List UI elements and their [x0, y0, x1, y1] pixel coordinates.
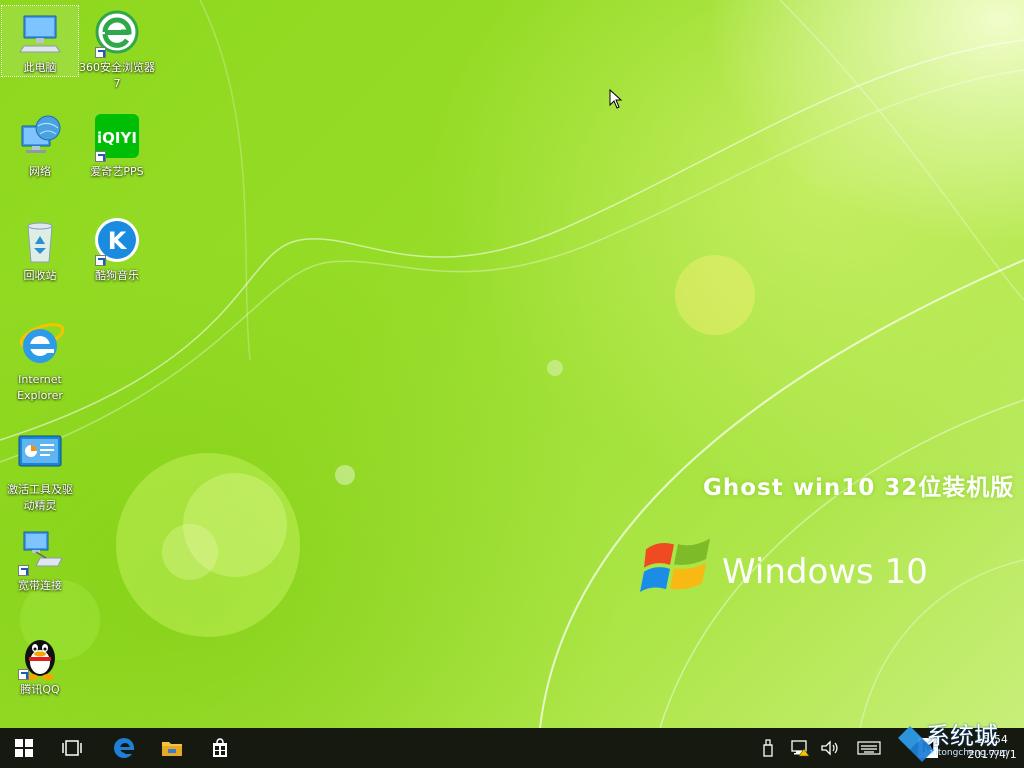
icon-label: 360安全浏览器7: [79, 61, 155, 90]
svg-text:K: K: [108, 227, 128, 255]
desktop-icon-network[interactable]: 网络: [2, 110, 78, 180]
volume-icon: [821, 740, 838, 756]
desktop-icon-internet-explorer[interactable]: Internet Explorer: [2, 318, 78, 404]
recycle-bin-icon: [16, 218, 64, 266]
ime-indicator[interactable]: M: [918, 738, 938, 758]
clock-time: 15:54: [976, 733, 1008, 746]
desktop-icon-broadband[interactable]: 宽带连接: [2, 524, 78, 594]
computer-icon: [16, 10, 64, 58]
desktop-icon-iqiyi[interactable]: iQIYI 爱奇艺PPS: [79, 110, 155, 180]
network-icon: [16, 114, 64, 162]
store-button[interactable]: [196, 728, 244, 768]
usb-device-tray-button[interactable]: [758, 738, 778, 758]
store-icon: [213, 738, 227, 757]
ie-icon: [16, 322, 65, 370]
mouse-cursor-icon: [609, 89, 623, 109]
shortcut-arrow-icon: [18, 565, 29, 576]
desktop-icon-360-browser[interactable]: 360安全浏览器7: [79, 6, 155, 92]
taskbar-clock[interactable]: 15:54 2017/4/1: [962, 732, 1022, 762]
desktop-icon-recycle-bin[interactable]: 回收站: [2, 214, 78, 284]
shortcut-arrow-icon: [95, 255, 106, 266]
edge-button[interactable]: [100, 728, 148, 768]
icon-label: 宽带连接: [18, 579, 62, 592]
volume-tray-button[interactable]: [820, 738, 840, 758]
taskbar: M 15:54 2017/4/1: [0, 728, 1024, 768]
desktop[interactable]: 此电脑 360安全浏览器7 网络 iQIYI 爱奇艺PPS 回收站 K 酷狗音乐…: [0, 0, 1024, 728]
keyboard-tray-button[interactable]: [856, 738, 882, 758]
task-view-button[interactable]: [48, 728, 96, 768]
start-button[interactable]: [0, 728, 48, 768]
desktop-icon-qq[interactable]: 腾讯QQ: [2, 628, 78, 698]
iqiyi-icon: iQIYI: [93, 114, 141, 162]
usb-icon: [763, 739, 773, 757]
file-explorer-icon: [162, 742, 182, 756]
shortcut-arrow-icon: [18, 669, 29, 680]
desktop-icon-kugou[interactable]: K 酷狗音乐: [79, 214, 155, 284]
wallpaper-brand-line: Ghost win10 32位装机版: [703, 475, 1015, 501]
icon-label: 腾讯QQ: [20, 683, 60, 696]
shortcut-arrow-icon: [95, 47, 106, 58]
browser-360-icon: [93, 10, 141, 58]
network-tray-button[interactable]: [790, 738, 810, 758]
activation-tool-icon: [16, 432, 64, 480]
shortcut-arrow-icon: [95, 151, 106, 162]
qq-icon: [16, 632, 64, 680]
network-status-icon: [791, 740, 810, 757]
keyboard-icon: [857, 741, 881, 755]
icon-label: 酷狗音乐: [95, 269, 139, 282]
file-explorer-button[interactable]: [148, 728, 196, 768]
clock-date: 2017/4/1: [967, 748, 1017, 761]
icon-label: 此电脑: [23, 61, 57, 74]
wallpaper-windows-text: Windows 10: [722, 552, 928, 592]
desktop-icon-activation-tool[interactable]: 激活工具及驱动精灵: [2, 428, 78, 514]
edge-icon: [114, 738, 134, 758]
icon-label: Internet Explorer: [17, 373, 63, 402]
start-icon: [15, 739, 33, 757]
icon-label: 网络: [29, 165, 51, 178]
icon-label: 激活工具及驱动精灵: [7, 483, 73, 512]
broadband-icon: [16, 528, 64, 576]
windows-flag-logo-icon: [640, 538, 710, 592]
desktop-icon-this-pc[interactable]: 此电脑: [1, 5, 79, 77]
icon-label: 回收站: [23, 269, 57, 282]
icon-label: 爱奇艺PPS: [90, 165, 144, 178]
task-view-icon: [62, 740, 82, 756]
kugou-icon: K: [93, 218, 141, 266]
svg-text:iQIYI: iQIYI: [97, 129, 137, 147]
